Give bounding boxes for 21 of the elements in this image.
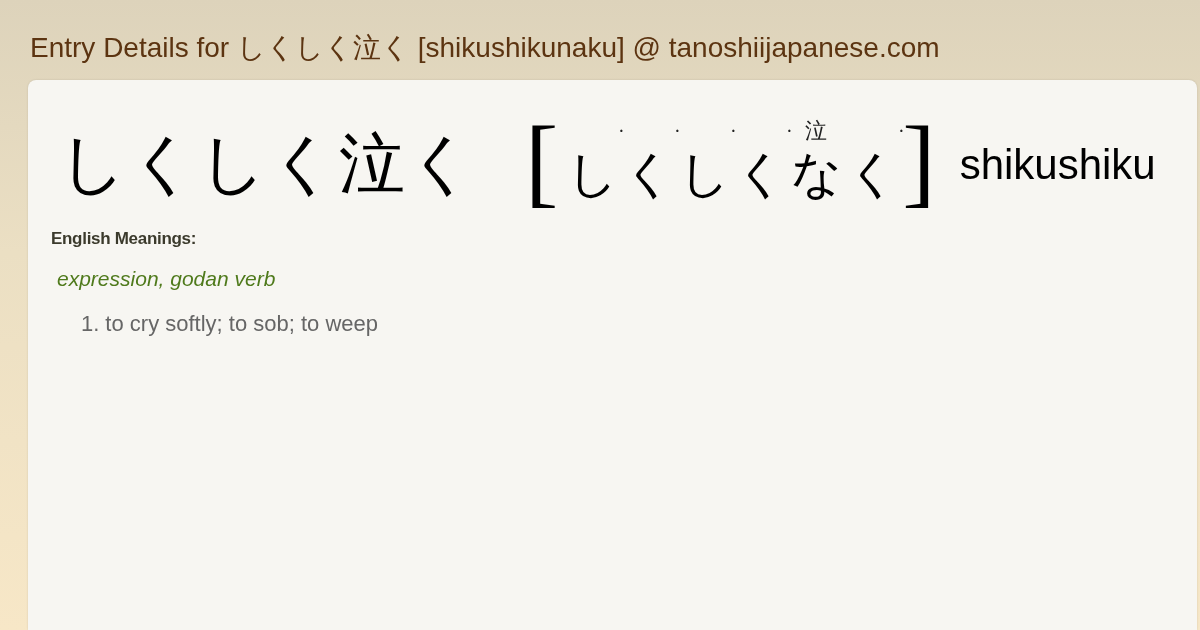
part-of-speech: expression, godan verb [57, 266, 276, 292]
reading-kana: く [846, 144, 898, 204]
furigana-text: · [786, 122, 793, 140]
reading-bracket: [ [525, 112, 559, 212]
reading-kana: し [566, 144, 618, 204]
sense-text: to cry softly; to sob; to weep [105, 310, 379, 338]
furigana-text: 泣 [805, 120, 828, 142]
reading-bracket: ] [902, 112, 936, 212]
furigana-text: · [898, 122, 905, 140]
romaji-text: shikushiku [959, 140, 1156, 190]
section-heading: English Meanings: [51, 228, 197, 250]
furigana-text: · [618, 122, 625, 140]
furigana-text: · [674, 122, 681, 140]
reading-kana: な [790, 144, 842, 204]
page-title: Entry Details for しくしく泣く [shikushikunaku] @ tanoshiijapanese.com [30, 31, 940, 65]
reading-kana: く [734, 144, 786, 204]
reading-kana: く [622, 144, 674, 204]
sense-number: 1. [81, 310, 100, 338]
entry-headword: しくしく泣く [58, 124, 477, 204]
furigana-text: · [730, 122, 737, 140]
reading-kana: し [678, 144, 730, 204]
